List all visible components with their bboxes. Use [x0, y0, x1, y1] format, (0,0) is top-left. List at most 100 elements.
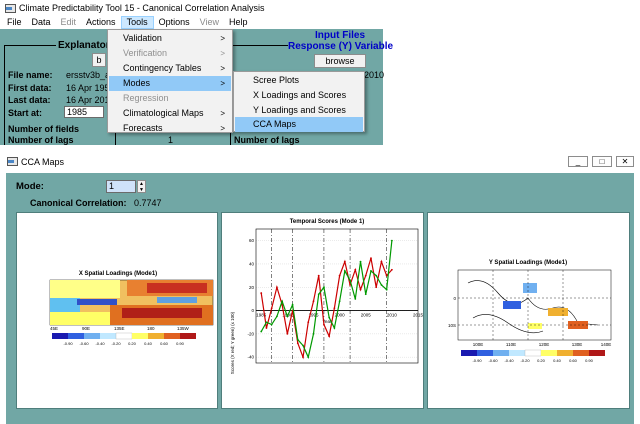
menu-actions[interactable]: Actions [81, 16, 121, 29]
chart-point-x [354, 268, 357, 271]
chart-point-x [296, 342, 299, 345]
tools-climatological-maps[interactable]: Climatological Maps > [109, 106, 231, 121]
x-map-title: X Spatial Loadings (Mode1) [79, 271, 157, 277]
svg-text:0.40: 0.40 [553, 358, 562, 363]
close-button[interactable]: ✕ [616, 156, 634, 167]
svg-text:0.60: 0.60 [569, 358, 578, 363]
x-map-field [49, 279, 214, 326]
svg-text:135W: 135W [177, 326, 190, 331]
svg-text:0.90: 0.90 [585, 358, 594, 363]
chart-point-x [260, 292, 263, 294]
cca-window-title: CCA Maps [21, 156, 65, 167]
last-data-label: Last data: [8, 95, 51, 105]
menu-bar: File Data Edit Actions Tools Options Vie… [0, 16, 640, 29]
svg-text:130E: 130E [572, 342, 583, 347]
tools-modes[interactable]: Modes > [109, 76, 231, 91]
response-lags-label: Number of lags [234, 135, 300, 145]
y-map-lon-ticks: 100E 110E 120E 130E 140E [473, 342, 612, 347]
chart-title: Temporal Scores (Mode 1) [290, 219, 365, 225]
svg-text:-0.40: -0.40 [504, 358, 514, 363]
response-partial-value: 2010 [364, 70, 385, 80]
x-map-lon-ticks: 45E 90E 135E 180 135W [50, 326, 190, 331]
menu-tools[interactable]: Tools [120, 16, 154, 29]
mode-label: Mode: [16, 181, 44, 192]
modes-x-loadings-scores[interactable]: X Loadings and Scores [235, 88, 363, 103]
mode-value: 1 [109, 181, 115, 191]
start-at-label: Start at: [8, 108, 43, 118]
first-data-value: 16 Apr 195 [66, 83, 110, 93]
submenu-arrow-icon: > [220, 79, 225, 88]
chart-point-y [359, 260, 362, 263]
svg-text:140E: 140E [601, 342, 612, 347]
window-icon [6, 156, 18, 167]
chart-point-x [302, 356, 304, 359]
svg-text:0.90: 0.90 [176, 341, 185, 346]
mode-stepper[interactable]: 1 [106, 180, 136, 193]
chart-series-x-line [260, 257, 393, 360]
chart-point-x [390, 268, 393, 271]
chart-point-x [276, 286, 278, 289]
chart-point-x [343, 260, 346, 263]
chart-point-x [370, 257, 372, 260]
explanatory-browse-button[interactable]: b [92, 53, 106, 67]
tools-menu: Validation > Verification > Contingency Ta… [107, 29, 233, 133]
tools-verification[interactable]: Verification > [109, 46, 231, 61]
chart-y-tick-label: -40 [247, 355, 254, 360]
svg-text:180: 180 [147, 326, 155, 331]
modes-y-loadings-scores[interactable]: Y Loadings and Scores [235, 103, 363, 118]
chart-y-tick-label: 0 [251, 308, 254, 313]
mode-stepper-arrows[interactable]: ▲ ▼ [137, 180, 146, 193]
minimize-button[interactable]: _ [568, 156, 588, 167]
svg-text:0.20: 0.20 [537, 358, 546, 363]
tools-regression[interactable]: Regression [109, 91, 231, 106]
menu-data[interactable]: Data [27, 16, 56, 29]
menu-options[interactable]: Options [154, 16, 195, 29]
chart-point-y [260, 330, 263, 333]
chart-point-x [286, 332, 289, 335]
chart-y-tick-label: 40 [249, 261, 255, 266]
svg-text:45E: 45E [50, 326, 58, 331]
menu-edit[interactable]: Edit [56, 16, 82, 29]
tools-forecasts[interactable]: Forecasts > [109, 121, 231, 136]
chart-point-y [312, 332, 315, 335]
menu-view[interactable]: View [195, 16, 224, 29]
modes-submenu: Scree Plots X Loadings and Scores Y Load… [233, 71, 365, 132]
chart-point-x [270, 307, 273, 310]
chart-axes: -40-2002040601985 1990 1995 2000 2005 2010 201… [247, 228, 424, 364]
svg-text:0.20: 0.20 [128, 341, 137, 346]
chart-point-x [375, 286, 378, 289]
chart-point-x [385, 274, 388, 277]
response-browse-button[interactable]: browse [314, 54, 366, 68]
file-name-label: File name: [8, 70, 53, 80]
start-at-stepper[interactable]: 1985 [64, 106, 104, 118]
y-spatial-loadings-plot: Y Spatial Loadings (Mode1) 0 10S 100E 11… [448, 260, 612, 363]
chart-point-y [281, 300, 284, 303]
number-of-lags-value: 1 [168, 135, 174, 145]
explanatory-heading: Explanator [56, 40, 112, 51]
menu-help[interactable]: Help [224, 16, 253, 29]
chart-y-label: Scores (X red; Y green) (x 100) [230, 311, 235, 374]
chart-point-y [364, 293, 367, 296]
chart-y-tick-label: 20 [249, 285, 255, 290]
chart-y-tick-label: 60 [249, 238, 255, 243]
input-files-heading: Input Files [300, 30, 380, 41]
svg-text:-0.20: -0.20 [111, 341, 121, 346]
x-map-colorbar-labels: -0.90 -0.60 -0.40 -0.20 0.20 0.40 0.60 0… [63, 341, 184, 346]
modes-scree-plots[interactable]: Scree Plots [235, 73, 363, 88]
tools-contingency-tables[interactable]: Contingency Tables > [109, 61, 231, 76]
chart-x-tick-label: 2010 [387, 313, 398, 318]
modes-cca-maps[interactable]: CCA Maps [235, 117, 363, 132]
chart-point-y [307, 356, 310, 359]
first-data-label: First data: [8, 83, 52, 93]
canonical-correlation-value: 0.7747 [134, 198, 162, 208]
chart-point-y [385, 288, 388, 291]
chart-point-y [270, 323, 273, 326]
chart-point-y [317, 293, 320, 296]
maximize-button[interactable]: □ [592, 156, 612, 167]
y-map-lat-ticks: 0 10S [448, 296, 457, 328]
app-title: Climate Predictability Tool 15 - Canonic… [19, 3, 265, 13]
menu-file[interactable]: File [2, 16, 27, 29]
submenu-arrow-icon: > [220, 109, 225, 118]
tools-validation[interactable]: Validation > [109, 31, 231, 46]
chart-point-y [380, 284, 383, 286]
